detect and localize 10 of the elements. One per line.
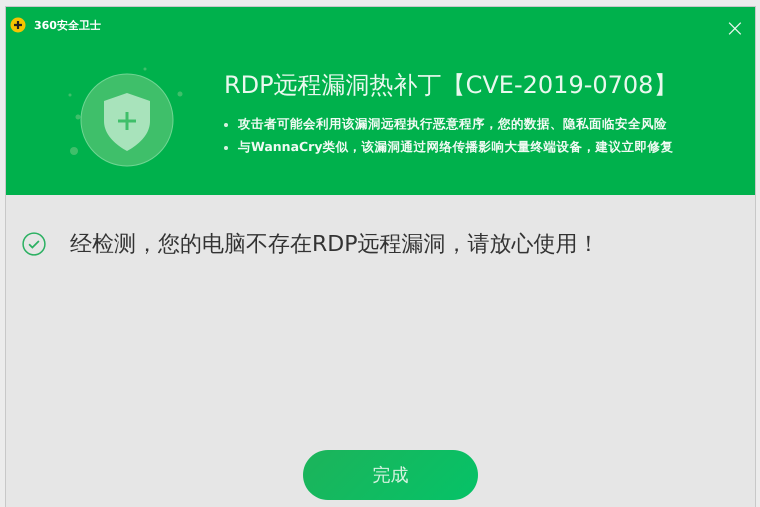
done-button[interactable]: 完成 (303, 450, 478, 500)
logo-icon (10, 17, 26, 33)
risk-description: 与WannaCry类似，该漏洞通过网络传播影响大量终端设备，建议立即修复 (238, 139, 674, 156)
vulnerability-title: RDP远程漏洞热补丁【CVE-2019-0708】 (224, 70, 678, 101)
bullet-icon (224, 122, 228, 126)
risk-description: 攻击者可能会利用该漏洞远程执行恶意程序，您的数据、隐私面临安全风险 (238, 116, 667, 133)
bullet-icon (224, 146, 228, 150)
app-name: 360安全卫士 (34, 18, 101, 32)
result-message: 经检测，您的电脑不存在RDP远程漏洞，请放心使用！ (70, 231, 600, 259)
close-button[interactable]: × (724, 19, 745, 37)
